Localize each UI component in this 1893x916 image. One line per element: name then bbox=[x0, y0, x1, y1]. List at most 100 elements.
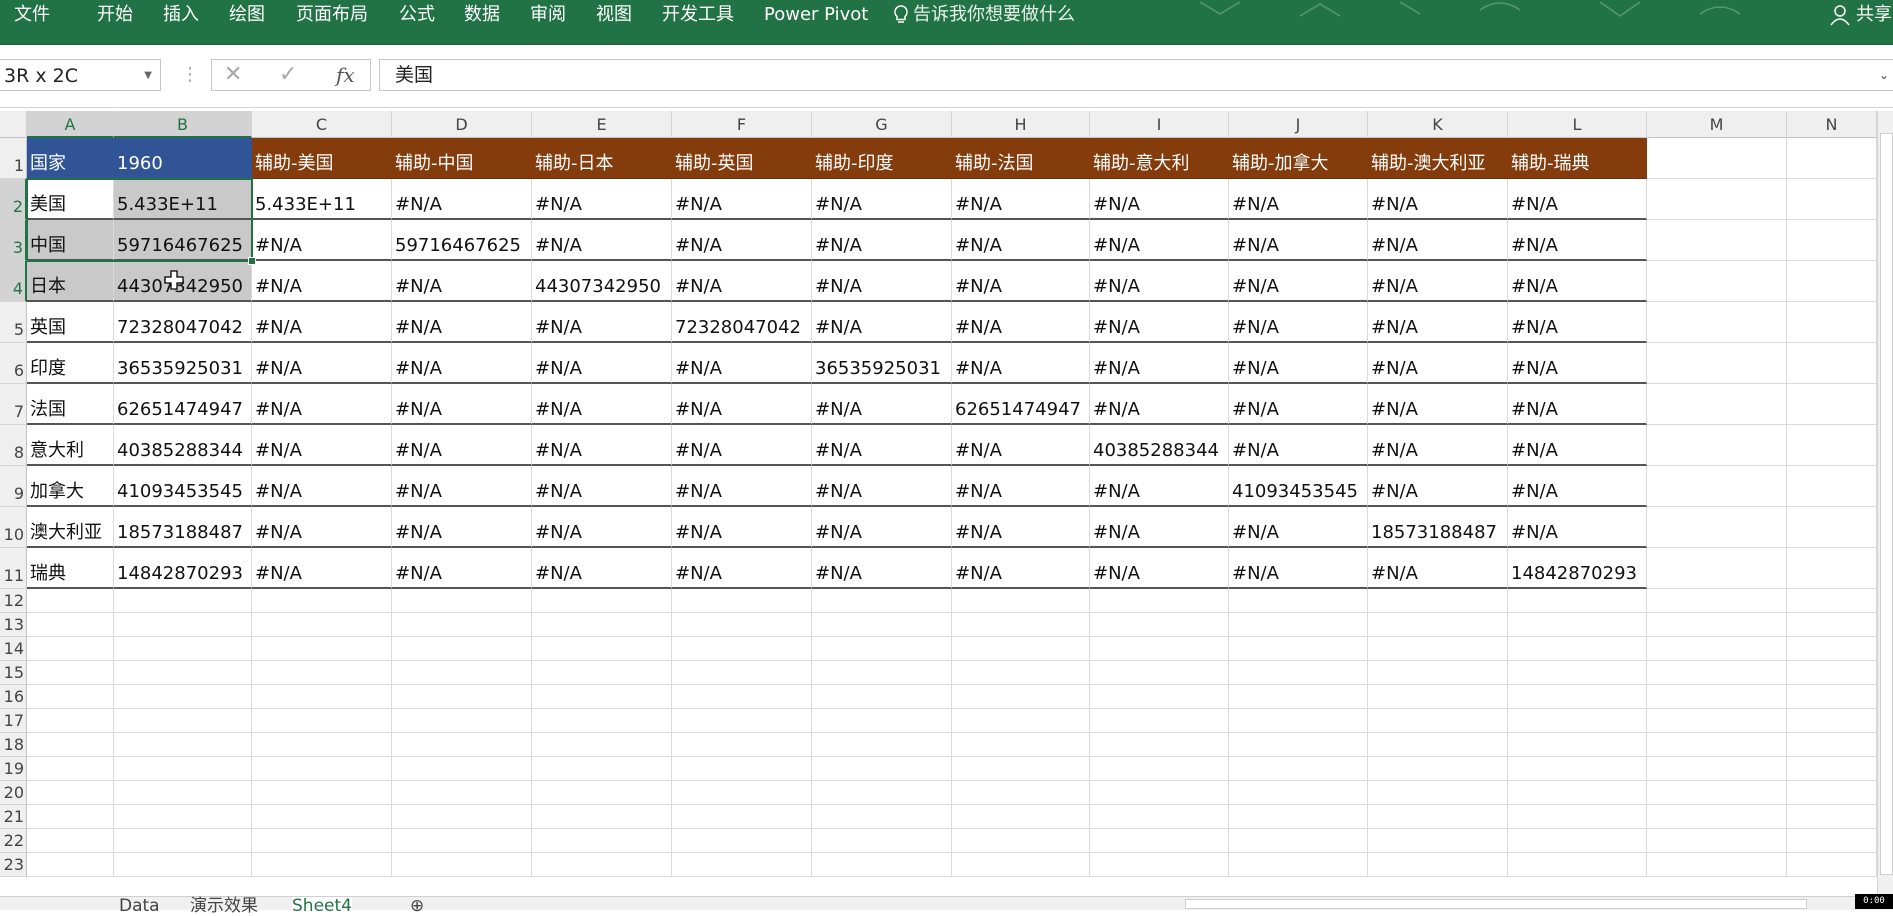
table-header-cell[interactable]: 辅助-瑞典 bbox=[1508, 138, 1647, 179]
sheet-tab-demo[interactable]: 演示效果 bbox=[190, 897, 258, 915]
empty-cell[interactable] bbox=[1090, 637, 1229, 661]
table-cell[interactable]: #N/A bbox=[392, 466, 532, 507]
empty-cell[interactable] bbox=[1647, 179, 1787, 220]
table-cell[interactable]: #N/A bbox=[1508, 466, 1647, 507]
empty-cell[interactable] bbox=[27, 709, 114, 733]
empty-cell[interactable] bbox=[1787, 613, 1877, 637]
empty-cell[interactable] bbox=[1647, 589, 1787, 613]
select-all-corner[interactable] bbox=[0, 111, 27, 138]
empty-cell[interactable] bbox=[252, 661, 392, 685]
empty-cell[interactable] bbox=[532, 637, 672, 661]
table-cell[interactable]: 36535925031 bbox=[114, 343, 252, 384]
empty-cell[interactable] bbox=[252, 853, 392, 877]
table-cell[interactable]: #N/A bbox=[1508, 220, 1647, 261]
table-cell[interactable]: #N/A bbox=[392, 384, 532, 425]
table-cell[interactable]: #N/A bbox=[1368, 548, 1508, 589]
table-cell[interactable]: 40385288344 bbox=[114, 425, 252, 466]
empty-cell[interactable] bbox=[1508, 829, 1647, 853]
empty-cell[interactable] bbox=[27, 805, 114, 829]
empty-cell[interactable] bbox=[1647, 302, 1787, 343]
empty-cell[interactable] bbox=[1647, 685, 1787, 709]
empty-cell[interactable] bbox=[672, 613, 812, 637]
empty-cell[interactable] bbox=[1787, 384, 1877, 425]
empty-cell[interactable] bbox=[1647, 757, 1787, 781]
empty-cell[interactable] bbox=[532, 661, 672, 685]
column-header-j[interactable]: J bbox=[1229, 111, 1368, 138]
table-cell[interactable]: #N/A bbox=[1508, 384, 1647, 425]
table-cell[interactable]: #N/A bbox=[392, 425, 532, 466]
empty-cell[interactable] bbox=[1647, 853, 1787, 877]
table-cell[interactable]: 72328047042 bbox=[672, 302, 812, 343]
table-cell[interactable]: #N/A bbox=[1090, 261, 1229, 302]
tab-file[interactable]: 文件 bbox=[14, 2, 50, 28]
table-cell[interactable]: #N/A bbox=[1508, 507, 1647, 548]
table-cell[interactable]: #N/A bbox=[392, 343, 532, 384]
table-cell[interactable]: #N/A bbox=[252, 425, 392, 466]
empty-cell[interactable] bbox=[1508, 589, 1647, 613]
table-cell[interactable]: #N/A bbox=[1508, 343, 1647, 384]
empty-cell[interactable] bbox=[114, 685, 252, 709]
empty-cell[interactable] bbox=[952, 637, 1090, 661]
table-cell[interactable]: #N/A bbox=[1090, 384, 1229, 425]
table-cell[interactable]: #N/A bbox=[672, 384, 812, 425]
row-header-10[interactable]: 10 bbox=[0, 507, 27, 548]
row-header-14[interactable]: 14 bbox=[0, 637, 27, 661]
table-cell[interactable]: 40385288344 bbox=[1090, 425, 1229, 466]
table-cell[interactable]: #N/A bbox=[532, 343, 672, 384]
empty-cell[interactable] bbox=[672, 853, 812, 877]
empty-cell[interactable] bbox=[1647, 384, 1787, 425]
empty-cell[interactable] bbox=[1090, 829, 1229, 853]
empty-cell[interactable] bbox=[114, 829, 252, 853]
table-cell[interactable]: #N/A bbox=[1229, 302, 1368, 343]
table-cell[interactable]: #N/A bbox=[672, 179, 812, 220]
empty-cell[interactable] bbox=[672, 829, 812, 853]
table-cell[interactable]: #N/A bbox=[392, 302, 532, 343]
empty-cell[interactable] bbox=[812, 685, 952, 709]
table-cell[interactable]: #N/A bbox=[532, 220, 672, 261]
table-cell[interactable]: 美国 bbox=[27, 179, 114, 220]
empty-cell[interactable] bbox=[1647, 138, 1787, 179]
empty-cell[interactable] bbox=[392, 733, 532, 757]
expand-formula-icon[interactable]: ⌄ bbox=[1879, 60, 1889, 90]
table-header-cell[interactable]: 辅助-印度 bbox=[812, 138, 952, 179]
empty-cell[interactable] bbox=[1647, 709, 1787, 733]
empty-cell[interactable] bbox=[1508, 685, 1647, 709]
empty-cell[interactable] bbox=[1508, 853, 1647, 877]
empty-cell[interactable] bbox=[672, 637, 812, 661]
table-cell[interactable]: 62651474947 bbox=[114, 384, 252, 425]
table-cell[interactable]: 瑞典 bbox=[27, 548, 114, 589]
empty-cell[interactable] bbox=[1647, 637, 1787, 661]
empty-cell[interactable] bbox=[672, 661, 812, 685]
empty-cell[interactable] bbox=[114, 589, 252, 613]
table-cell[interactable]: #N/A bbox=[1368, 302, 1508, 343]
empty-cell[interactable] bbox=[1229, 781, 1368, 805]
empty-cell[interactable] bbox=[1368, 733, 1508, 757]
empty-cell[interactable] bbox=[1229, 805, 1368, 829]
empty-cell[interactable] bbox=[952, 781, 1090, 805]
empty-cell[interactable] bbox=[252, 733, 392, 757]
table-cell[interactable]: #N/A bbox=[252, 507, 392, 548]
empty-cell[interactable] bbox=[252, 829, 392, 853]
table-header-cell[interactable]: 辅助-美国 bbox=[252, 138, 392, 179]
row-header-20[interactable]: 20 bbox=[0, 781, 27, 805]
table-header-cell[interactable]: 国家 bbox=[27, 138, 114, 179]
empty-cell[interactable] bbox=[27, 853, 114, 877]
table-cell[interactable]: #N/A bbox=[1368, 179, 1508, 220]
empty-cell[interactable] bbox=[1090, 757, 1229, 781]
table-cell[interactable]: 14842870293 bbox=[1508, 548, 1647, 589]
empty-cell[interactable] bbox=[252, 781, 392, 805]
table-cell[interactable]: #N/A bbox=[392, 507, 532, 548]
empty-cell[interactable] bbox=[1229, 637, 1368, 661]
empty-cell[interactable] bbox=[114, 709, 252, 733]
empty-cell[interactable] bbox=[532, 733, 672, 757]
empty-cell[interactable] bbox=[1647, 733, 1787, 757]
empty-cell[interactable] bbox=[27, 781, 114, 805]
empty-cell[interactable] bbox=[1787, 781, 1877, 805]
empty-cell[interactable] bbox=[812, 733, 952, 757]
empty-cell[interactable] bbox=[1508, 781, 1647, 805]
empty-cell[interactable] bbox=[1368, 781, 1508, 805]
table-cell[interactable]: #N/A bbox=[952, 261, 1090, 302]
empty-cell[interactable] bbox=[27, 637, 114, 661]
row-header-15[interactable]: 15 bbox=[0, 661, 27, 685]
row-header-2[interactable]: 2 bbox=[0, 179, 27, 220]
